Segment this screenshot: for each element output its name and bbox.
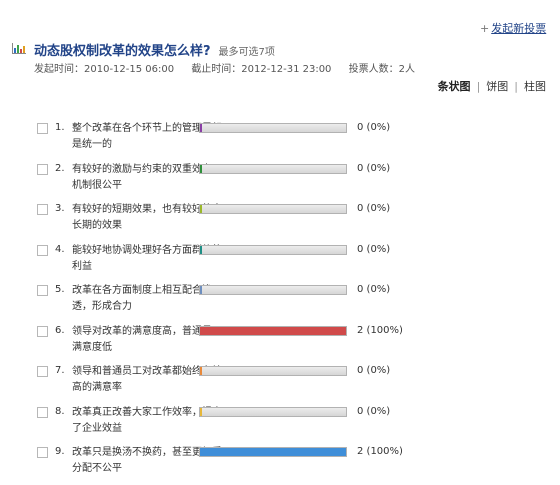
result-bar (199, 123, 347, 133)
result-bar (199, 325, 347, 336)
option-checkbox[interactable] (37, 325, 48, 337)
result-bar (199, 406, 347, 417)
end-time: 截止时间：2012-12-31 23:00 (191, 64, 332, 75)
tab-bar-chart[interactable]: 条状图 (438, 80, 471, 93)
option-number: 2. (55, 162, 65, 174)
vote-count: 0 (0%) (357, 162, 391, 174)
vote-count: 0 (0%) (357, 203, 391, 214)
option-checkbox[interactable] (37, 163, 48, 175)
result-bar-fill (200, 205, 202, 213)
vote-count: 0 (0%) (357, 122, 391, 133)
result-bar-fill (200, 124, 202, 132)
poll-option: 2. 有较好的激励与约束的双重效力，机制很公平 0 (0%) (37, 161, 557, 202)
vote-count: 0 (0%) (357, 243, 391, 255)
result-bar (199, 163, 347, 174)
start-time: 发起时间：2010-12-15 06:00 (34, 64, 175, 75)
poll-title-text: 动态股权制改革的效果怎么样? (34, 44, 211, 59)
poll-option: 4. 能较好地协调处理好各方面群体的利益 0 (0%) (37, 242, 557, 283)
option-checkbox[interactable] (37, 366, 48, 377)
result-bar (199, 285, 347, 295)
bar-chart-icon (12, 43, 26, 54)
voter-count: 投票人数：2人 (348, 64, 415, 75)
result-bar-fill (200, 407, 202, 416)
tab-column-chart[interactable]: 柱图 (524, 80, 546, 93)
option-checkbox[interactable] (37, 447, 48, 458)
tab-separator: | (476, 80, 481, 93)
poll-option: 5. 改革在各方面制度上相互配合渗透，形成合力 0 (0%) (37, 282, 557, 323)
option-number: 6. (55, 324, 65, 336)
poll-option: 7. 领导和普通员工对改革都始终有较高的满意率 0 (0%) (37, 363, 557, 404)
option-number: 7. (55, 365, 65, 376)
new-poll-link[interactable]: + 发起新投票 (480, 20, 546, 36)
option-number: 9. (55, 446, 65, 457)
vote-count: 2 (100%) (357, 324, 403, 336)
option-number: 8. (55, 405, 65, 417)
result-bar (199, 366, 347, 376)
result-bar-fill (200, 448, 346, 456)
option-checkbox[interactable] (37, 123, 48, 134)
poll-subtitle: 最多可选7项 (218, 47, 275, 58)
result-bar (199, 244, 347, 255)
poll-options: 1. 整个改革在各个环节上的管理思想是统一的 0 (0%) 2. 有较好的激励与… (37, 120, 557, 485)
poll-meta: 发起时间：2010-12-15 06:00 截止时间：2012-12-31 23… (34, 60, 415, 75)
option-checkbox[interactable] (37, 244, 48, 256)
result-bar (199, 447, 347, 457)
view-tabs: 条状图 | 饼图 | 柱图 (438, 78, 546, 94)
option-checkbox[interactable] (37, 285, 48, 296)
new-poll-link-label: 发起新投票 (491, 22, 547, 35)
result-bar-fill (200, 245, 202, 254)
plus-icon: + (480, 22, 490, 35)
tab-separator: | (514, 80, 518, 93)
result-bar-fill (200, 367, 202, 375)
result-bar-fill (200, 286, 202, 294)
poll-option: 3. 有较好的短期效果，也有较好的中长期的效果 0 (0%) (37, 201, 557, 242)
poll-option: 9. 改革只是换汤不换药，甚至更加重分配不公平 2 (100%) (37, 444, 557, 485)
option-checkbox[interactable] (37, 406, 48, 418)
poll-header: 动态股权制改革的效果怎么样? 最多可选7项 发起时间：2010-12-15 06:… (12, 40, 552, 76)
option-number: 1. (55, 122, 65, 133)
option-checkbox[interactable] (37, 204, 48, 215)
poll-option: 1. 整个改革在各个环节上的管理思想是统一的 0 (0%) (37, 120, 557, 161)
result-bar (199, 204, 347, 214)
poll-title: 动态股权制改革的效果怎么样? 最多可选7项 (34, 40, 275, 59)
vote-count: 0 (0%) (357, 365, 391, 376)
result-bar-fill (200, 326, 346, 335)
option-number: 5. (55, 284, 65, 295)
option-number: 4. (55, 243, 65, 255)
vote-count: 2 (100%) (357, 446, 403, 457)
poll-option: 8. 改革真正改善大家工作效率，提高了企业效益 0 (0%) (37, 404, 557, 445)
vote-count: 0 (0%) (357, 405, 391, 417)
vote-count: 0 (0%) (357, 284, 391, 295)
tab-pie-chart[interactable]: 饼图 (486, 80, 508, 93)
option-number: 3. (55, 203, 65, 214)
poll-option: 6. 领导对改革的满意度高，普通员工满意度低 2 (100%) (37, 323, 557, 364)
result-bar-fill (200, 164, 202, 173)
